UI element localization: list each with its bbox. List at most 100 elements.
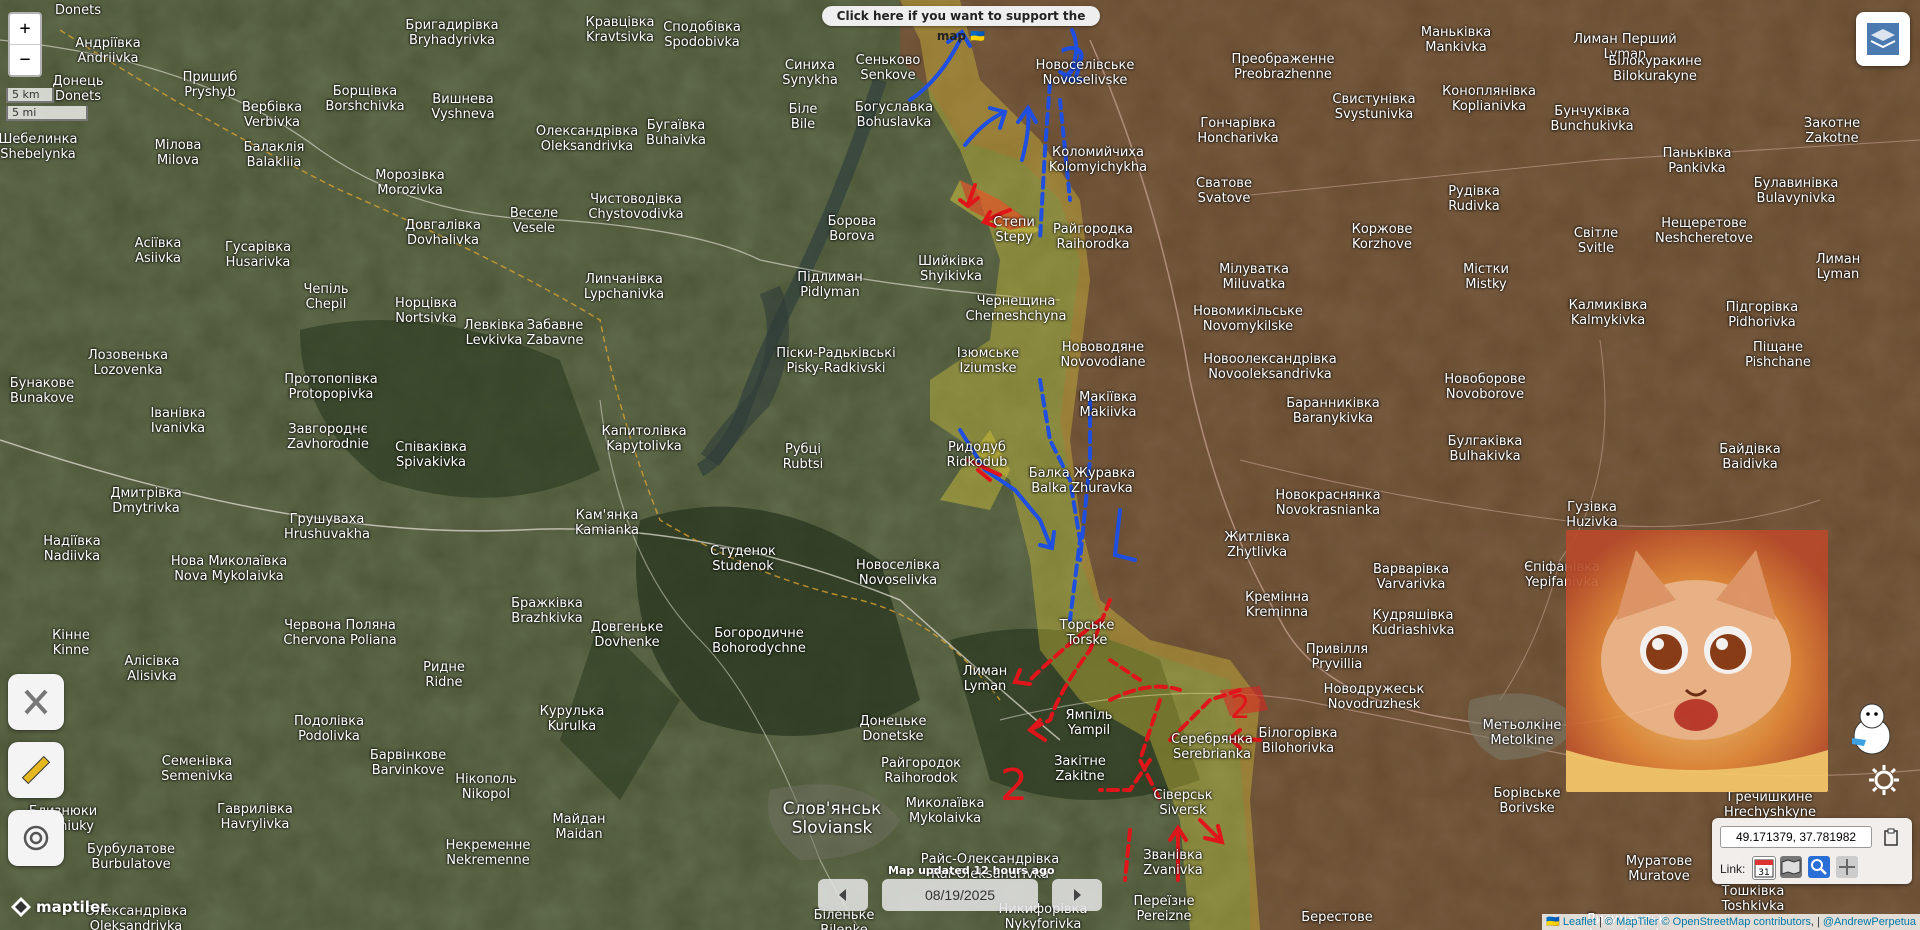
maptiler-logo[interactable]: maptiler (10, 896, 108, 918)
place-label: Білокуракине Bilokurakyne (1608, 54, 1702, 84)
place-label: Кремінна Kreminna (1245, 590, 1309, 620)
calendar-link-button[interactable]: 31 (1752, 856, 1776, 880)
x-logo-icon (24, 689, 48, 715)
place-label: Привілля Pryvillia (1305, 642, 1369, 672)
place-label: Миколаївка Mykolaivka (905, 796, 985, 826)
place-label: Пaнькiвка Pankivka (1662, 146, 1732, 176)
place-label: Серебрянка Serebrianka (1171, 732, 1253, 762)
place-label: Свистунівка Svystunivka (1332, 92, 1416, 122)
zoom-link-button[interactable] (1808, 856, 1830, 878)
place-label: Барвінкове Barvinkove (369, 748, 447, 778)
place-label: Ямпіль Yampil (1065, 708, 1113, 738)
place-label: Підгорівка Pidhorivka (1725, 300, 1799, 330)
place-label: Райгородок Raihorodok (880, 756, 962, 786)
place-label: Лозовенька Lozovenka (87, 348, 169, 378)
place-label: Сеньково Senkove (855, 53, 921, 83)
place-label: Мілова Milova (154, 138, 202, 168)
ruler-button[interactable] (8, 742, 64, 798)
place-label: Сіверськ Siversk (1153, 788, 1213, 818)
author-link[interactable]: @AndrewPerpetua (1823, 916, 1916, 928)
place-label: Степи Stepy (993, 215, 1035, 245)
place-label: Donets (54, 3, 102, 18)
place-label: Богородичне Bohorodychne (712, 626, 806, 656)
place-label: Лиман Lyman (1815, 252, 1861, 282)
coordinates-panel: Link: 31 (1712, 818, 1912, 884)
place-label: Манькiвка Mankivka (1420, 25, 1492, 55)
place-label: Чернещина Cherneshchyna (965, 294, 1067, 324)
clipboard-icon[interactable] (1882, 828, 1900, 846)
place-label: Шебелинка Shebelynka (0, 132, 78, 162)
place-label: Гусарівка Husarivka (224, 240, 292, 270)
place-label: Гузівка Huzivka (1566, 500, 1618, 530)
mascot-icon (1852, 703, 1891, 755)
place-label: Бунакове Bunakove (9, 376, 75, 406)
place-label: Берестове (1301, 910, 1373, 925)
zoom-in-button[interactable]: + (10, 14, 40, 45)
place-label: Довгеньке Dovhenke (590, 620, 664, 650)
coordinates-input[interactable] (1720, 826, 1872, 848)
place-label: Червона Поляна Chervona Poliana (283, 618, 397, 648)
place-label: Біле Bile (788, 102, 818, 132)
place-label: Кам'янка Kamianka (574, 508, 640, 538)
svg-text:2: 2 (1000, 760, 1028, 811)
place-label: Переїзне Pereizne (1133, 894, 1195, 924)
magnifier-icon (1811, 859, 1827, 875)
place-label: Булавинівка Bulavynivka (1753, 176, 1839, 206)
gear-icon (1869, 765, 1899, 795)
next-date-button[interactable] (1052, 879, 1102, 911)
place-label: Надіївка Nadiivka (43, 534, 101, 564)
place-label: Коноплянівка Koplianivka (1442, 84, 1536, 114)
place-label: Калмиківка Kalmykivka (1568, 298, 1648, 328)
previous-date-button[interactable] (818, 879, 868, 911)
place-label: Варварівка Varvarivka (1372, 562, 1450, 592)
support-banner[interactable]: Click here if you want to support the ma… (822, 6, 1100, 43)
place-label: Муратове Muratove (1625, 854, 1693, 884)
place-label: Преображенне Preobrazhenne (1231, 52, 1335, 82)
svg-text:2: 2 (1230, 688, 1250, 726)
place-label: Новокраснянка Novokrasnianka (1275, 488, 1381, 518)
place-label: Донець Donets (52, 74, 104, 104)
place-label: Забавне Zabavne (526, 318, 584, 348)
place-label: Курулька Kurulka (539, 704, 605, 734)
map-canvas[interactable]: 2 2 2 Donets Андріївка Andriivka Бригадирів… (0, 0, 1920, 930)
place-label: Коржове Korzhove (1351, 222, 1413, 252)
place-label: Андріївка Andriivka (75, 36, 141, 66)
place-label: Нова Миколаївка Nova Mykolaivka (170, 554, 288, 584)
place-label: Майдан Maidan (552, 812, 606, 842)
place-label: Піски-Радьківські Pisky-Radkivski (776, 346, 896, 376)
calendar-day: 31 (1758, 868, 1769, 878)
place-label: Грушуваха Hrushuvakha (283, 512, 371, 542)
crosshair-link-button[interactable] (1836, 856, 1858, 878)
zoom-out-button[interactable]: − (10, 45, 40, 75)
place-label: Вербівка Verbivka (241, 100, 303, 130)
place-label: Гончарівка Honcharivka (1197, 116, 1279, 146)
place-label: Сватове Svatove (1196, 176, 1252, 206)
place-label: Пришиб Pryshyb (182, 70, 238, 100)
crosshair-icon (1839, 859, 1855, 875)
locate-button[interactable] (8, 810, 64, 866)
place-label: Лиnчанівка Lypchanivka (583, 272, 665, 302)
date-bar: 08/19/2025 (818, 877, 1102, 913)
place-label: Левківка Levkivka (463, 318, 525, 348)
arrow-right-icon (1074, 889, 1081, 901)
place-label: Райгородка Raihorodka (1052, 222, 1134, 252)
layers-button[interactable] (1856, 12, 1910, 66)
calendar-icon: 31 (1754, 859, 1774, 878)
place-label: Ридне Ridne (423, 660, 465, 690)
date-display[interactable]: 08/19/2025 (882, 879, 1038, 911)
place-label: Нововодяне Novovodiane (1060, 340, 1146, 370)
place-label: Дмитрівка Dmytrivka (110, 486, 182, 516)
maptiler-link[interactable]: © MapTiler (1605, 916, 1659, 928)
place-label: Містки Mistky (1463, 262, 1509, 292)
place-label: Мілуватка Miluvatka (1219, 262, 1289, 292)
place-label: Новоселівське Novoselivske (1035, 58, 1135, 88)
place-label: Борівське Borivske (1493, 786, 1561, 816)
map-link-button[interactable] (1780, 856, 1802, 878)
settings-button[interactable] (1862, 758, 1906, 802)
place-label: Бражківка Brazhkivka (511, 596, 583, 626)
place-label: Гречишкине Hrechyshkyne (1724, 790, 1816, 820)
attrib-sep2: , | (1810, 916, 1823, 928)
leaflet-link[interactable]: 🇺🇦 Leaflet (1546, 916, 1596, 928)
osm-link[interactable]: © OpenStreetMap contributors (1662, 916, 1811, 928)
x-social-button[interactable] (8, 674, 64, 730)
